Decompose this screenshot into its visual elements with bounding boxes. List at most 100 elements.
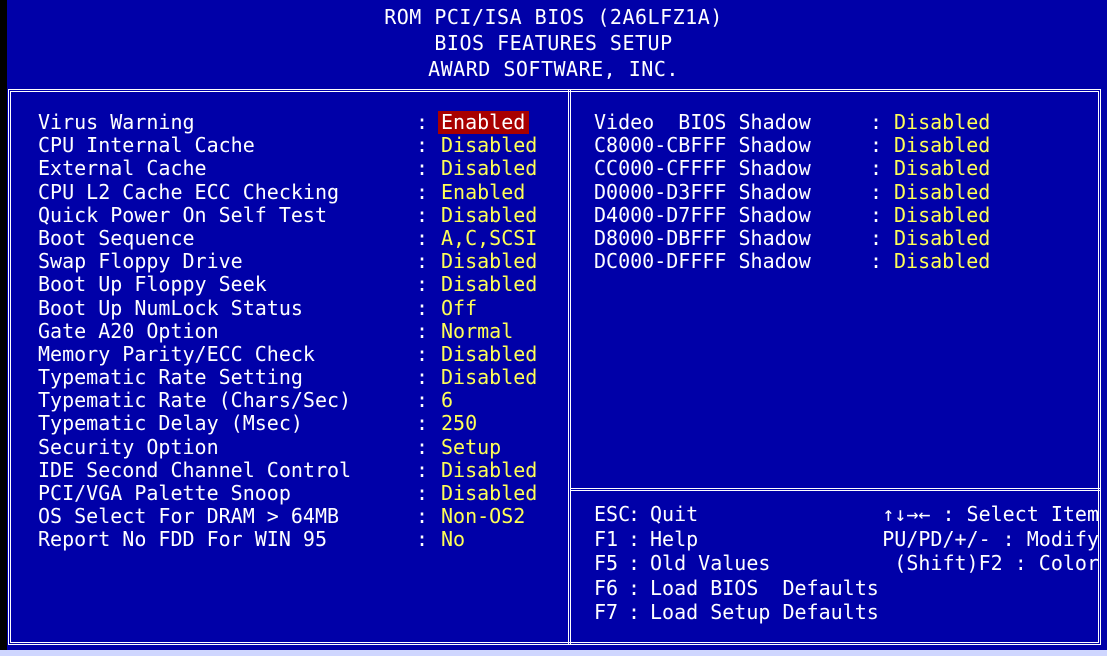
setting-value[interactable]: Disabled xyxy=(438,342,541,366)
setting-value[interactable]: Disabled xyxy=(438,273,541,296)
shadow-separator: : xyxy=(870,110,883,134)
shadow-row-c8000[interactable]: C8000-CBFFF Shadow : Disabled xyxy=(594,134,1074,157)
setting-row-numlock[interactable]: Boot Up NumLock Status : Off xyxy=(38,296,558,320)
help-key: F6 xyxy=(594,575,619,600)
setting-row-boot-sequence[interactable]: Boot Sequence : A,C,SCSI xyxy=(38,225,558,250)
shadow-row-d8000[interactable]: D8000-DBFFF Shadow : Disabled xyxy=(594,225,1074,250)
shadow-label: DC000-DFFFF Shadow xyxy=(594,249,811,274)
shadow-label: Video BIOS Shadow xyxy=(594,110,811,134)
setting-label: Typematic Rate Setting xyxy=(38,365,303,390)
setting-row-external-cache[interactable]: External Cache : Disabled xyxy=(38,157,558,180)
setting-value[interactable]: Disabled xyxy=(438,482,541,505)
setting-row-typematic-rate[interactable]: Typematic Rate (Chars/Sec) : 6 xyxy=(38,389,558,412)
setting-row-ide-second-channel[interactable]: IDE Second Channel Control : Disabled xyxy=(38,458,558,482)
shadow-separator: : xyxy=(870,179,883,204)
setting-value[interactable]: Normal xyxy=(438,319,517,343)
setting-row-security-option[interactable]: Security Option : Setup xyxy=(38,435,558,459)
setting-separator: : xyxy=(416,133,429,158)
setting-value[interactable]: 250 xyxy=(438,412,481,435)
shadow-label: D4000-D7FFF Shadow xyxy=(594,202,811,227)
shadow-separator: : xyxy=(870,225,883,250)
setting-value-selected[interactable]: Enabled xyxy=(438,111,530,134)
help-row-esc: ESC : Quit ↑↓→← : Select Item xyxy=(594,502,1099,527)
setting-row-cpu-internal-cache[interactable]: CPU Internal Cache : Disabled xyxy=(38,134,558,157)
help-key: F7 xyxy=(594,600,619,625)
shadow-value[interactable]: Disabled xyxy=(894,250,990,273)
help-separator: : xyxy=(628,551,641,576)
shadow-value[interactable]: Disabled xyxy=(894,134,990,157)
setting-label: Report No FDD For WIN 95 xyxy=(38,527,327,552)
shadow-separator: : xyxy=(870,202,883,227)
bios-screen: ROM PCI/ISA BIOS (2A6LFZ1A) BIOS FEATURE… xyxy=(0,0,1107,656)
setting-value[interactable]: Enabled xyxy=(438,180,529,204)
setting-separator: : xyxy=(416,179,429,204)
setting-row-report-no-fdd[interactable]: Report No FDD For WIN 95 : No xyxy=(38,528,558,551)
setting-row-typematic-setting[interactable]: Typematic Rate Setting : Disabled xyxy=(38,366,558,389)
shadow-separator: : xyxy=(870,156,883,181)
shadow-row-video-bios[interactable]: Video BIOS Shadow : Disabled xyxy=(594,111,1074,134)
setting-value[interactable]: A,C,SCSI xyxy=(438,226,541,250)
setting-row-floppy-seek[interactable]: Boot Up Floppy Seek : Disabled xyxy=(38,273,558,296)
shadow-row-d0000[interactable]: D0000-D3FFF Shadow : Disabled xyxy=(594,179,1074,204)
bios-version-title: ROM PCI/ISA BIOS (2A6LFZ1A) xyxy=(384,5,723,29)
setting-label: PCI/VGA Palette Snoop xyxy=(38,481,291,505)
help-divider xyxy=(570,488,1101,491)
setting-label: External Cache xyxy=(38,156,207,181)
setting-value[interactable]: Disabled xyxy=(438,203,541,227)
shadow-value[interactable]: Disabled xyxy=(894,111,990,134)
setting-row-l2-ecc[interactable]: CPU L2 Cache ECC Checking : Enabled xyxy=(38,179,558,204)
help-modify: PU/PD/+/- : Modify xyxy=(882,526,1099,551)
setting-row-virus-warning[interactable]: Virus Warning : Enabled xyxy=(38,111,558,134)
setting-row-os-select[interactable]: OS Select For DRAM > 64MB : Non-OS2 xyxy=(38,505,558,528)
page-title: BIOS FEATURES SETUP xyxy=(434,31,673,55)
setting-value[interactable]: Disabled xyxy=(438,134,541,157)
bios-header: ROM PCI/ISA BIOS (2A6LFZ1A) BIOS FEATURE… xyxy=(0,4,1107,82)
help-separator: : xyxy=(628,526,641,551)
help-color: (Shift)F2 : Color xyxy=(894,551,1099,576)
setting-label: Typematic Rate (Chars/Sec) xyxy=(38,388,352,413)
setting-label: Boot Up Floppy Seek xyxy=(38,272,267,297)
setting-label: Gate A20 Option xyxy=(38,318,219,343)
shadow-value[interactable]: Disabled xyxy=(894,203,990,227)
shadow-row-d4000[interactable]: D4000-D7FFF Shadow : Disabled xyxy=(594,202,1074,227)
setting-row-quick-post[interactable]: Quick Power On Self Test : Disabled xyxy=(38,202,558,227)
setting-value[interactable]: Disabled xyxy=(438,458,541,482)
help-row-f6: F6 : Load BIOS Defaults xyxy=(594,576,1099,601)
setting-separator: : xyxy=(416,388,429,413)
setting-row-typematic-delay[interactable]: Typematic Delay (Msec) : 250 xyxy=(38,412,558,435)
help-desc: Quit xyxy=(650,502,699,526)
setting-value[interactable]: Disabled xyxy=(438,250,541,273)
setting-value[interactable]: Disabled xyxy=(438,366,541,389)
shadow-row-cc000[interactable]: CC000-CFFFF Shadow : Disabled xyxy=(594,157,1074,180)
setting-row-gate-a20[interactable]: Gate A20 Option : Normal xyxy=(38,318,558,343)
help-desc: Load Setup Defaults xyxy=(650,600,879,625)
help-key: F5 xyxy=(594,551,619,576)
setting-value[interactable]: Disabled xyxy=(438,157,541,180)
setting-value[interactable]: Setup xyxy=(438,435,505,459)
setting-value[interactable]: No xyxy=(438,528,469,551)
setting-row-palette-snoop[interactable]: PCI/VGA Palette Snoop : Disabled xyxy=(38,482,558,505)
setting-separator: : xyxy=(416,272,429,297)
setting-separator: : xyxy=(416,156,429,181)
setting-row-swap-floppy[interactable]: Swap Floppy Drive : Disabled xyxy=(38,250,558,273)
shadow-value[interactable]: Disabled xyxy=(894,226,990,250)
setting-label: Typematic Delay (Msec) xyxy=(38,411,303,436)
vertical-divider xyxy=(568,89,571,645)
setting-value[interactable]: Off xyxy=(438,296,481,320)
setting-value[interactable]: Non-OS2 xyxy=(438,505,529,528)
help-separator: : xyxy=(628,502,641,526)
help-select-item: ↑↓→← : Select Item xyxy=(882,502,1099,526)
shadow-value[interactable]: Disabled xyxy=(894,157,990,180)
shadow-value[interactable]: Disabled xyxy=(894,180,990,204)
setting-separator: : xyxy=(416,249,429,274)
shadow-row-dc000[interactable]: DC000-DFFFF Shadow : Disabled xyxy=(594,250,1074,273)
setting-label: Quick Power On Self Test xyxy=(38,202,327,227)
help-separator: : xyxy=(628,600,641,625)
setting-separator: : xyxy=(416,225,429,250)
setting-value[interactable]: 6 xyxy=(438,389,457,412)
vendor-name: AWARD SOFTWARE, INC. xyxy=(428,57,679,81)
setting-separator: : xyxy=(416,411,429,436)
help-separator: : xyxy=(628,575,641,600)
setting-row-memory-parity[interactable]: Memory Parity/ECC Check : Disabled xyxy=(38,342,558,366)
help-row-f7: F7 : Load Setup Defaults xyxy=(594,600,1099,625)
